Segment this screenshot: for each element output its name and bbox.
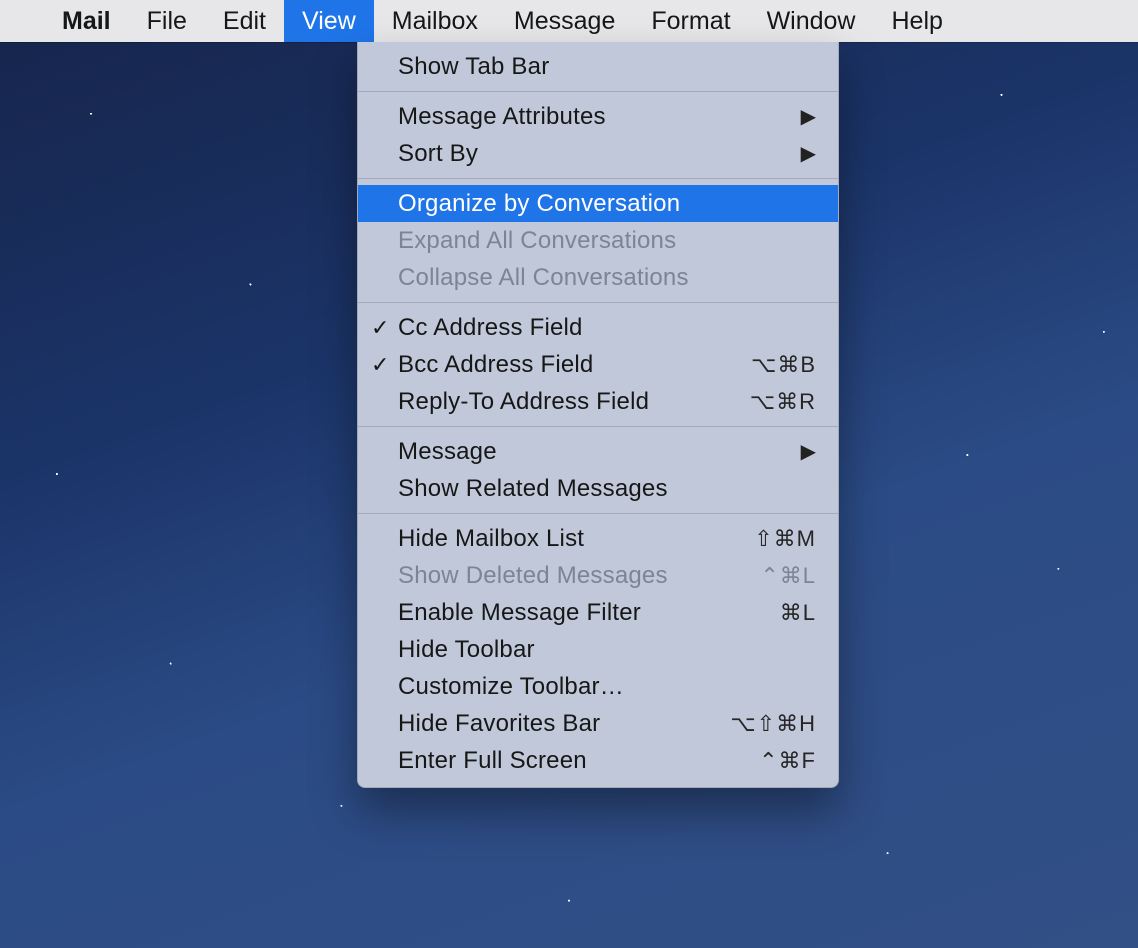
menu-item-show-related-messages[interactable]: Show Related Messages [358, 470, 838, 507]
menu-item-shortcut: ⌃⌘L [760, 563, 816, 589]
menu-item-label: Bcc Address Field [398, 351, 751, 379]
menubar-item-message[interactable]: Message [496, 0, 633, 42]
submenu-arrow-icon: ▶ [801, 141, 816, 166]
menubar-item-file[interactable]: File [129, 0, 205, 42]
menu-separator [358, 426, 838, 427]
menubar-item-format[interactable]: Format [633, 0, 748, 42]
menu-item-hide-favorites-bar[interactable]: Hide Favorites Bar⌥⇧⌘H [358, 705, 838, 742]
menubar-item-view[interactable]: View [284, 0, 374, 42]
menubar: Mail File Edit View Mailbox Message Format Wind… [0, 0, 1138, 42]
menu-item-message-attributes[interactable]: Message Attributes▶ [358, 98, 838, 135]
menu-item-reply-to-address-field[interactable]: Reply-To Address Field⌥⌘R [358, 383, 838, 420]
menubar-item-edit[interactable]: Edit [205, 0, 284, 42]
menu-item-hide-toolbar[interactable]: Hide Toolbar [358, 631, 838, 668]
menu-item-message[interactable]: Message▶ [358, 433, 838, 470]
menu-item-collapse-all-conversations: Collapse All Conversations [358, 259, 838, 296]
apple-menu[interactable] [0, 0, 44, 42]
submenu-arrow-icon: ▶ [801, 439, 816, 464]
menu-item-customize-toolbar[interactable]: Customize Toolbar… [358, 668, 838, 705]
menu-item-label: Enable Message Filter [398, 599, 780, 627]
menubar-item-label: Mail [62, 7, 111, 36]
menu-item-label: Message Attributes [398, 103, 801, 131]
menu-item-label: Hide Mailbox List [398, 525, 754, 553]
menubar-item-label: Window [767, 7, 856, 36]
menu-item-label: Show Tab Bar [398, 53, 816, 81]
menubar-item-label: File [147, 7, 187, 36]
menu-item-shortcut: ⌥⇧⌘H [730, 711, 816, 737]
menu-item-enter-full-screen[interactable]: Enter Full Screen⌃⌘F [358, 742, 838, 779]
checkmark-icon: ✓ [371, 352, 389, 378]
checkmark-icon: ✓ [371, 315, 389, 341]
menubar-item-label: Format [651, 7, 730, 36]
menu-item-label: Enter Full Screen [398, 747, 759, 775]
menu-item-label: Organize by Conversation [398, 190, 816, 218]
menu-item-expand-all-conversations: Expand All Conversations [358, 222, 838, 259]
menu-item-label: Customize Toolbar… [398, 673, 816, 701]
menubar-item-mail[interactable]: Mail [44, 0, 129, 42]
menu-item-shortcut: ⌥⌘R [750, 389, 816, 415]
menu-separator [358, 302, 838, 303]
menu-item-bcc-address-field[interactable]: ✓ Bcc Address Field⌥⌘B [358, 346, 838, 383]
menu-item-cc-address-field[interactable]: ✓ Cc Address Field [358, 309, 838, 346]
menu-separator [358, 513, 838, 514]
menu-item-label: Reply-To Address Field [398, 388, 750, 416]
menu-item-organize-by-conversation[interactable]: Organize by Conversation [358, 185, 838, 222]
menu-item-hide-mailbox-list[interactable]: Hide Mailbox List⇧⌘M [358, 520, 838, 557]
menubar-item-help[interactable]: Help [873, 0, 960, 42]
menu-item-shortcut: ⌥⌘B [751, 352, 816, 378]
menu-item-enable-message-filter[interactable]: Enable Message Filter⌘L [358, 594, 838, 631]
menubar-item-label: Mailbox [392, 7, 478, 36]
menu-item-label: Sort By [398, 140, 801, 168]
menu-separator [358, 178, 838, 179]
menu-item-label: Hide Favorites Bar [398, 710, 730, 738]
menu-item-shortcut: ⌃⌘F [759, 748, 816, 774]
menu-item-show-tab-bar[interactable]: Show Tab Bar [358, 48, 838, 85]
menubar-item-label: View [302, 7, 356, 36]
menubar-item-label: Message [514, 7, 615, 36]
menu-item-label: Hide Toolbar [398, 636, 816, 664]
menu-item-shortcut: ⌘L [780, 600, 816, 626]
menubar-item-label: Help [891, 7, 942, 36]
menu-item-label: Collapse All Conversations [398, 264, 816, 292]
menu-item-sort-by[interactable]: Sort By▶ [358, 135, 838, 172]
menubar-item-mailbox[interactable]: Mailbox [374, 0, 496, 42]
menu-item-label: Show Related Messages [398, 475, 816, 503]
menu-item-label: Cc Address Field [398, 314, 816, 342]
menubar-item-label: Edit [223, 7, 266, 36]
view-menu-dropdown: Show Tab BarMessage Attributes▶Sort By▶O… [357, 42, 839, 788]
menubar-item-window[interactable]: Window [749, 0, 874, 42]
menu-separator [358, 91, 838, 92]
menu-item-label: Show Deleted Messages [398, 562, 760, 590]
menu-item-show-deleted-messages: Show Deleted Messages⌃⌘L [358, 557, 838, 594]
menu-item-label: Expand All Conversations [398, 227, 816, 255]
menu-item-label: Message [398, 438, 801, 466]
submenu-arrow-icon: ▶ [801, 104, 816, 129]
menu-item-shortcut: ⇧⌘M [754, 526, 816, 552]
